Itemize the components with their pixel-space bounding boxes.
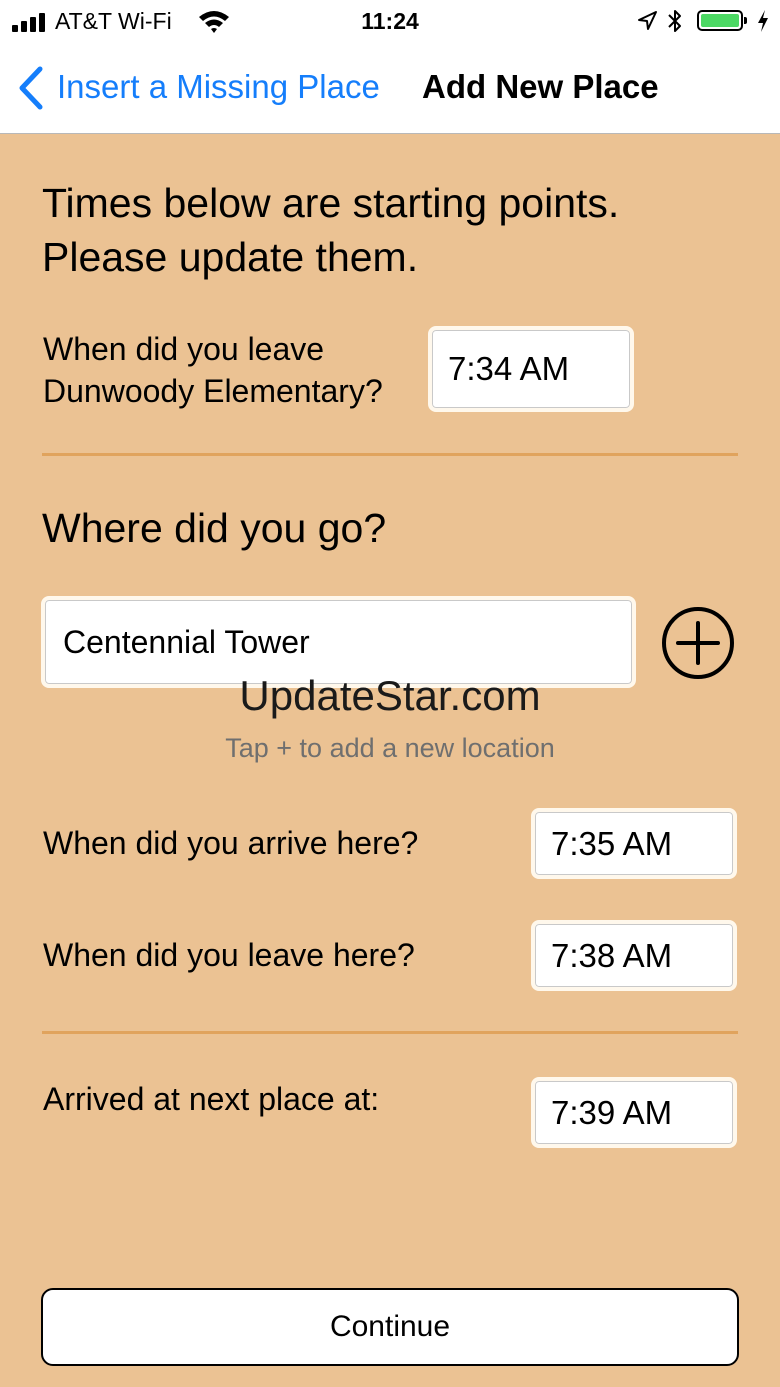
arrive-next-time-field[interactable]: 7:39 AM [531,1077,737,1148]
leave-previous-time-field[interactable]: 7:34 AM [428,326,634,412]
status-bar: AT&T Wi-Fi 11:24 [0,0,780,42]
battery-icon [697,10,747,31]
chevron-left-icon[interactable] [18,66,46,110]
leave-previous-label: When did you leave Dunwoody Elementary? [43,328,383,412]
add-location-hint: Tap + to add a new location [225,733,555,763]
plus-circle-icon[interactable] [660,605,736,681]
location-arrow-icon [638,11,657,30]
intro-heading: Times below are starting points. Please … [42,176,619,284]
leave-previous-label-line-1: When did you leave [43,331,325,367]
divider [42,453,738,456]
battery-level-fill [701,14,739,27]
arrive-here-time-field[interactable]: 7:35 AM [531,808,737,879]
page-title: Add New Place [422,68,659,105]
watermark: UpdateStar.com [239,672,541,719]
leave-here-time-field[interactable]: 7:38 AM [531,920,737,991]
intro-line-1: Times below are starting points. [42,180,620,226]
where-heading: Where did you go? [42,505,387,551]
arrive-next-label: Arrived at next place at: [43,1081,380,1117]
status-time: 11:24 [361,8,419,34]
leave-previous-label-line-2: Dunwoody Elementary? [43,373,383,409]
bluetooth-icon [668,10,681,32]
charging-bolt-icon [758,10,768,32]
back-button[interactable]: Insert a Missing Place [57,68,380,106]
arrive-here-label: When did you arrive here? [43,825,419,861]
divider [42,1031,738,1034]
intro-line-2: Please update them. [42,234,419,280]
navigation-bar: Insert a Missing Place Add New Place [0,42,780,134]
continue-button[interactable]: Continue [41,1288,739,1366]
leave-here-label: When did you leave here? [43,937,415,973]
